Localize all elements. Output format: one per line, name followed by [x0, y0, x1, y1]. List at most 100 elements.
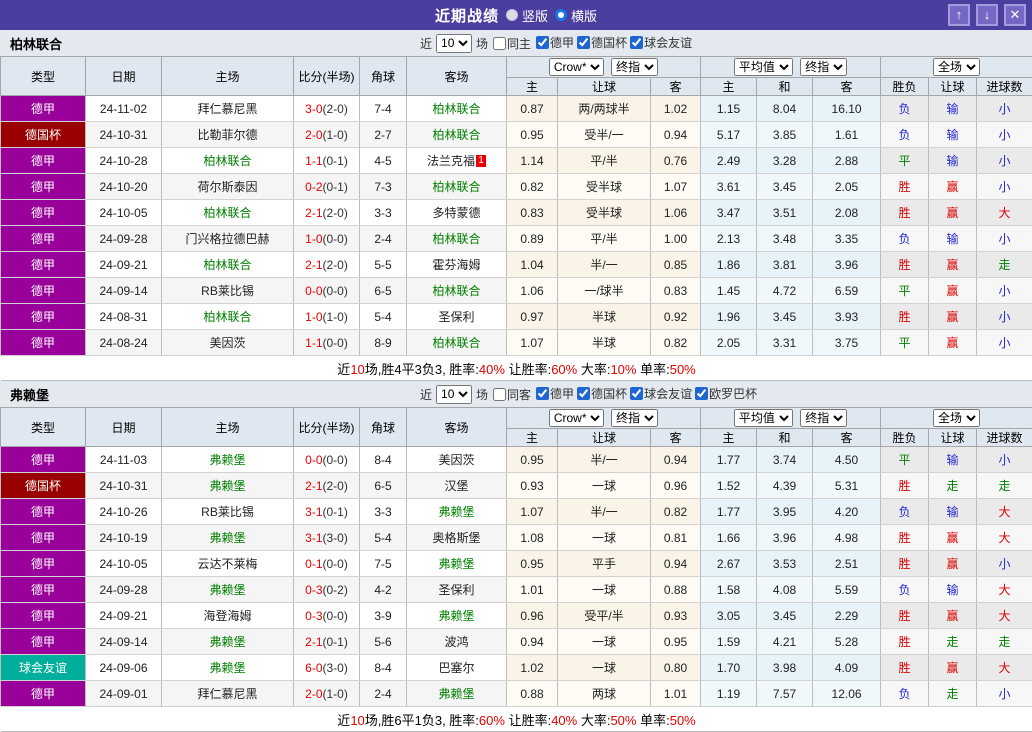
league-badge: 德甲	[0, 199, 86, 226]
result-goals: 小	[976, 225, 1032, 252]
league-checkbox[interactable]	[695, 387, 709, 400]
summary-text: 场,胜4平3负3, 胜率:	[364, 361, 479, 377]
corners: 2-4	[359, 225, 407, 252]
away-team: 弗赖堡	[406, 498, 507, 525]
match-date: 24-08-31	[85, 303, 162, 330]
crow-away-odds: 0.76	[650, 147, 702, 174]
same-venue-filter[interactable]: 同客	[490, 386, 531, 403]
match-count-select[interactable]: 10	[436, 33, 473, 53]
league-badge: 德甲	[0, 329, 86, 356]
league-filter[interactable]: 德国杯	[574, 34, 627, 51]
match-row: 德甲 24-09-14 弗赖堡 2-1(0-1) 5-6 波鸿 0.94 一球 …	[0, 628, 1032, 655]
col-header-crow-away: 客	[649, 77, 702, 96]
vertical-layout-radio[interactable]: 竖版	[505, 6, 548, 25]
odds-time-select-2[interactable]: 终指	[800, 58, 848, 76]
result-goals: 小	[976, 121, 1032, 148]
handicap-line: 平/半	[557, 147, 651, 174]
league-badge: 德甲	[0, 173, 86, 200]
handicap-line: 两球	[557, 680, 651, 707]
same-venue-checkbox[interactable]	[493, 36, 507, 50]
col-header-corner: 角球	[359, 407, 407, 447]
bookmaker-select[interactable]: Crow*	[548, 409, 604, 427]
move-up-button[interactable]: ↑	[948, 4, 970, 26]
match-date: 24-10-05	[85, 550, 162, 577]
result-handicap: 赢	[928, 303, 978, 330]
horizontal-layout-radio[interactable]: 横版	[555, 6, 597, 25]
period-select[interactable]: 全场	[933, 58, 981, 76]
result-wdl: 负	[880, 680, 930, 707]
summary-text: 大率:	[577, 712, 611, 728]
league-label: 球会友谊	[644, 36, 693, 50]
result-goals: 小	[976, 303, 1032, 330]
league-filter[interactable]: 德甲	[533, 34, 574, 51]
result-goals: 小	[976, 173, 1032, 200]
league-checkbox[interactable]	[630, 36, 644, 49]
league-checkbox[interactable]	[630, 387, 644, 400]
bookmaker-select[interactable]: Crow*	[548, 58, 604, 76]
same-venue-filter[interactable]: 同主	[490, 35, 531, 52]
avg-away-odds: 2.05	[812, 173, 882, 200]
move-down-button[interactable]: ↓	[976, 4, 998, 26]
league-checkbox[interactable]	[536, 36, 550, 49]
avg-home-odds: 1.77	[700, 446, 758, 473]
result-wdl: 胜	[880, 550, 930, 577]
odds-time-select-1[interactable]: 终指	[611, 409, 659, 427]
avg-home-odds: 2.13	[700, 225, 758, 252]
close-button[interactable]: ✕	[1004, 4, 1026, 26]
match-date: 24-09-21	[85, 251, 162, 278]
avg-away-odds: 5.28	[812, 628, 882, 655]
home-team: 柏林联合	[161, 251, 294, 278]
average-select[interactable]: 平均值	[733, 58, 793, 76]
crow-away-odds: 1.07	[650, 173, 702, 200]
league-filters: 德甲 德国杯 球会友谊	[533, 34, 692, 52]
match-rows: 德甲 24-11-02 拜仁慕尼黑 3-0(2-0) 7-4 柏林联合 0.87…	[0, 95, 1032, 356]
fulltime-score: 6-0	[305, 660, 323, 675]
result-handicap: 赢	[928, 251, 978, 278]
away-team: 弗赖堡	[406, 680, 507, 707]
league-filter[interactable]: 球会友谊	[627, 34, 692, 51]
home-team: 门兴格拉德巴赫	[161, 225, 294, 252]
league-checkbox[interactable]	[536, 387, 550, 400]
avg-home-odds: 2.49	[700, 147, 758, 174]
league-checkbox[interactable]	[577, 387, 591, 400]
avg-home-odds: 1.96	[700, 303, 758, 330]
odds-time-select-2[interactable]: 终指	[800, 409, 848, 427]
league-checkbox[interactable]	[577, 36, 591, 49]
same-venue-checkbox[interactable]	[493, 387, 507, 401]
team-section: 柏林联合 近 10 场 同主 德甲 德国杯 球会友谊 类型 日期 主场 比分(半…	[0, 30, 1032, 381]
result-wdl: 负	[880, 576, 930, 603]
corners: 4-5	[359, 147, 407, 174]
col-header-score: 比分(半场)	[293, 56, 360, 96]
league-filter[interactable]: 球会友谊	[627, 385, 692, 402]
avg-draw-odds: 3.95	[756, 498, 814, 525]
match-count-select[interactable]: 10	[436, 384, 473, 404]
fulltime-score: 0-0	[305, 283, 323, 298]
avg-away-odds: 2.08	[812, 199, 882, 226]
avg-home-odds: 1.70	[700, 654, 758, 681]
score-cell: 1-0(0-0)	[293, 225, 360, 252]
section-header: 弗赖堡 近 10 场 同客 德甲 德国杯 球会友谊 欧罗巴杯	[0, 381, 1032, 407]
away-team: 霍芬海姆	[406, 251, 507, 278]
handicap-line: 一球	[557, 576, 651, 603]
result-wdl: 平	[880, 329, 930, 356]
average-select[interactable]: 平均值	[733, 409, 793, 427]
corners: 5-5	[359, 251, 407, 278]
result-wdl: 负	[880, 225, 930, 252]
score-cell: 0-3(0-2)	[293, 576, 360, 603]
period-select[interactable]: 全场	[933, 409, 981, 427]
halftime-score: (0-1)	[322, 153, 348, 168]
avg-away-odds: 12.06	[812, 680, 882, 707]
halftime-score: (0-0)	[322, 608, 348, 623]
col-header-result-handicap: 让球	[928, 428, 978, 447]
result-group: 全场	[880, 56, 1032, 78]
league-filter[interactable]: 德国杯	[574, 385, 627, 402]
odds-time-select-1[interactable]: 终指	[611, 58, 659, 76]
league-filter[interactable]: 德甲	[533, 385, 574, 402]
avg-home-odds: 1.52	[700, 472, 758, 499]
fulltime-score: 1-0	[305, 309, 323, 324]
home-team: 美因茨	[161, 329, 294, 356]
corners: 3-9	[359, 602, 407, 629]
match-filters: 近 10 场 同主 德甲 德国杯 球会友谊	[420, 30, 692, 56]
crow-away-odds: 0.80	[650, 654, 702, 681]
league-filter[interactable]: 欧罗巴杯	[692, 385, 757, 402]
